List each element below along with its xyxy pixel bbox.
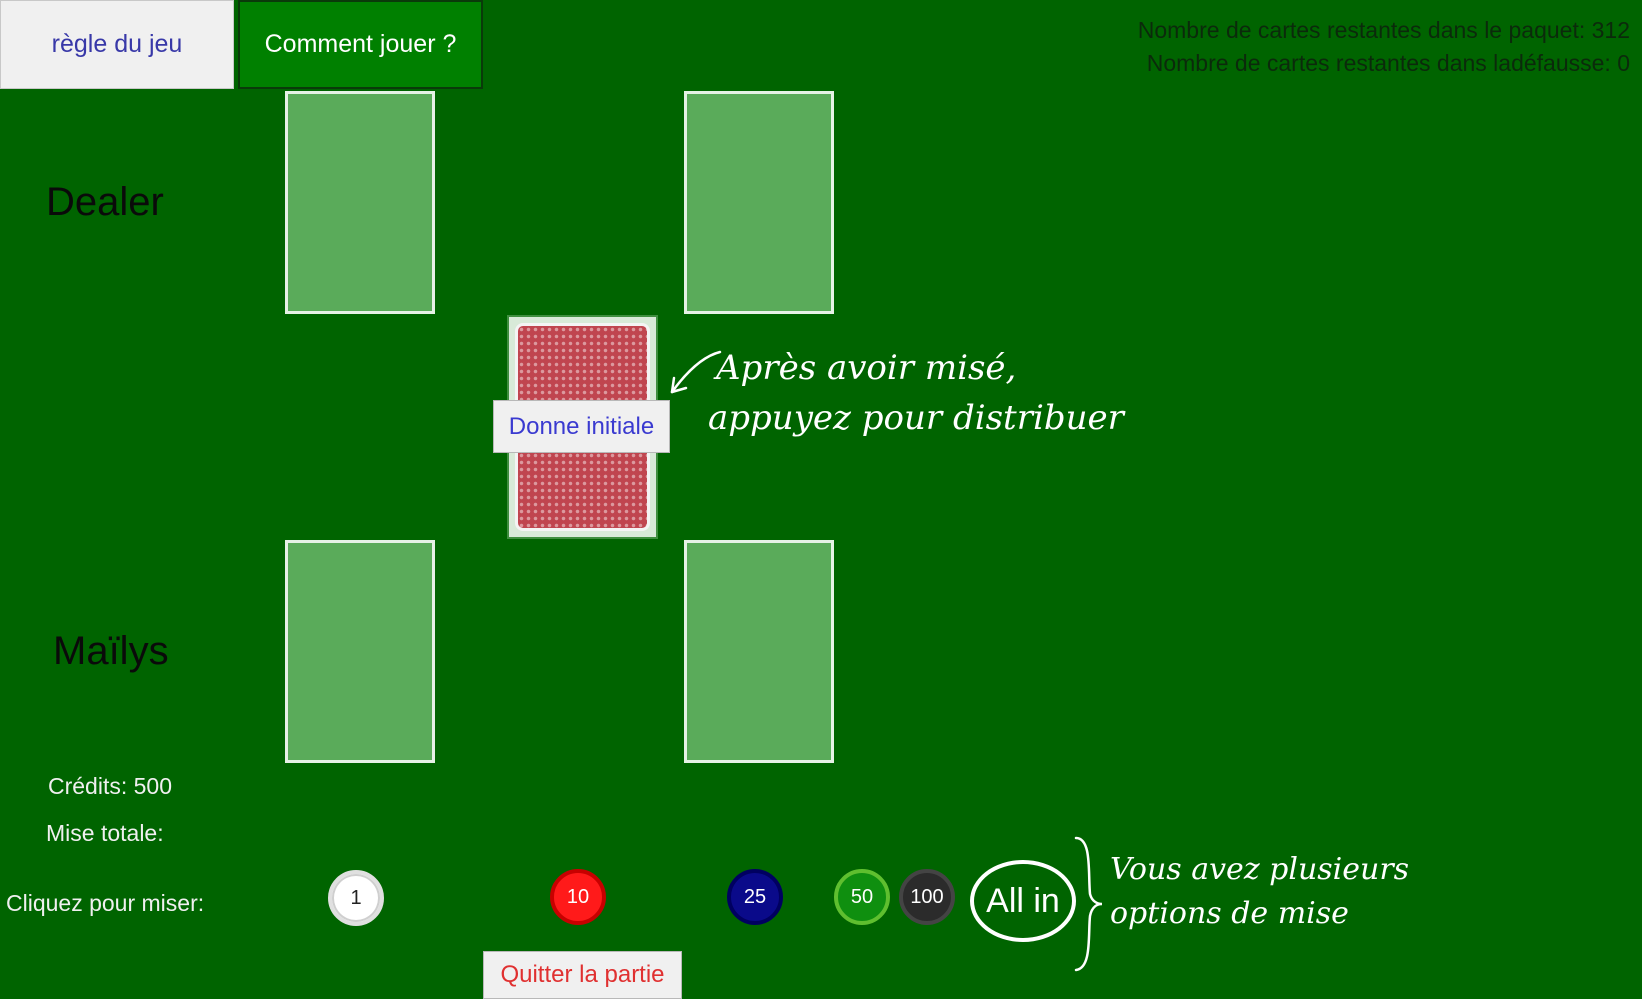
click-to-bet-label: Cliquez pour miser: (6, 890, 205, 916)
bet-annotation-line2: options de mise (1110, 896, 1349, 931)
credits-label: Crédits: 500 (48, 773, 173, 799)
bet-annotation-line1: Vous avez plusieurs (1110, 852, 1410, 887)
initial-deal-button[interactable]: Donne initiale (493, 400, 670, 453)
quit-game-button[interactable]: Quitter la partie (483, 951, 682, 999)
total-bet-label: Mise totale: (46, 820, 164, 846)
player-card-slot-1 (285, 540, 435, 763)
rules-button[interactable]: règle du jeu (0, 0, 234, 89)
chip-50-button[interactable]: 50 (834, 869, 890, 925)
all-in-button[interactable]: All in (970, 860, 1076, 942)
discard-remaining-label: Nombre de cartes restantes dans ladéfaus… (1146, 50, 1630, 76)
dealer-card-slot-1 (285, 91, 435, 314)
deal-annotation-2: appuyez pour distribuer (708, 395, 1124, 441)
dealer-card-slot-2 (684, 91, 834, 314)
deal-annotation: Après avoir misé, (716, 345, 1016, 391)
chip-25-button[interactable]: 25 (727, 869, 783, 925)
deal-annotation-line1: Après avoir misé, (716, 348, 1017, 388)
annotation-arrow-icon (670, 350, 722, 394)
chip-10-button[interactable]: 10 (550, 869, 606, 925)
brace-icon (1074, 836, 1103, 972)
how-to-play-button[interactable]: Comment jouer ? (238, 0, 483, 89)
card-counters: Nombre de cartes restantes dans le paque… (1138, 14, 1630, 80)
bet-annotation: Vous avez plusieurs options de mise (1110, 848, 1409, 936)
chip-1-button[interactable]: 1 (328, 870, 384, 926)
player-label: Maïlys (53, 629, 169, 673)
player-card-slot-2 (684, 540, 834, 763)
dealer-label: Dealer (46, 180, 164, 224)
chip-100-button[interactable]: 100 (899, 869, 955, 925)
deck-remaining-label: Nombre de cartes restantes dans le paque… (1137, 17, 1630, 43)
deal-annotation-line2: appuyez pour distribuer (708, 398, 1124, 438)
